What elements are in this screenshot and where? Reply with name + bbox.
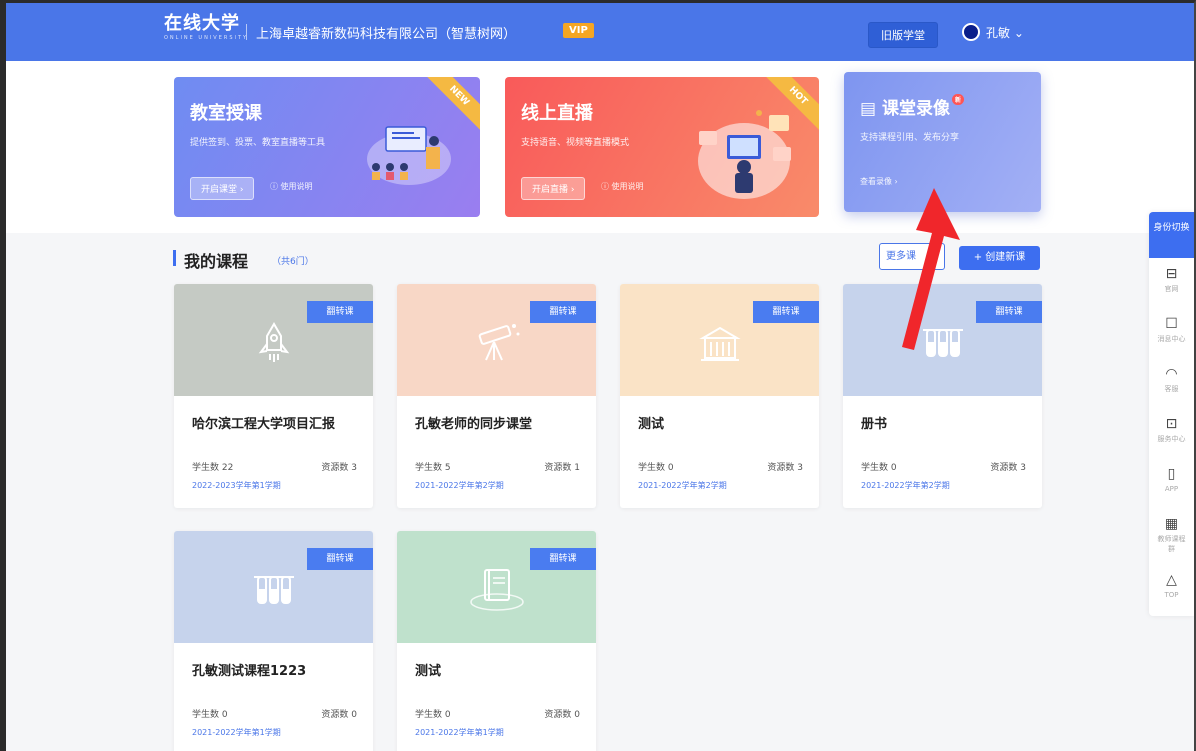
vip-badge: VIP <box>563 23 594 38</box>
start-live-button[interactable]: 开启直播 › <box>521 177 586 200</box>
feature-title: 教室授课 <box>190 103 262 124</box>
service-icon: ⊡ <box>1165 416 1178 432</box>
course-term: 2021-2022学年第2学期 <box>638 481 727 490</box>
feature-title: 线上直播 <box>521 103 593 124</box>
course-title: 孔敏测试课程1223 <box>192 664 307 679</box>
feature-title: ▤ 课堂录像新 <box>860 94 964 119</box>
resource-count: 资源数 1 <box>544 463 580 473</box>
flipped-class-tag: 翻转课 <box>307 548 373 570</box>
course-term: 2021-2022学年第2学期 <box>415 481 504 490</box>
sidebar-item-app[interactable]: ▯ APP <box>1149 458 1194 508</box>
flipped-class-tag: 翻转课 <box>307 301 373 323</box>
headset-icon: ◠ <box>1165 366 1178 382</box>
rocket-icon <box>258 322 289 363</box>
student-count: 学生数 22 <box>192 463 234 473</box>
recording-icon: ▤ <box>860 99 877 119</box>
course-card[interactable]: 翻转课 测试 学生数 0 资源数 3 2021-2022学年第2学期 <box>620 284 819 508</box>
sidebar-item-label: TOP <box>1164 591 1179 599</box>
sidebar-item-messages[interactable]: ☐ 消息中心 <box>1149 308 1194 358</box>
resource-count: 资源数 3 <box>767 463 803 473</box>
course-title: 测试 <box>415 664 442 679</box>
building-icon <box>698 327 741 362</box>
course-card[interactable]: 翻转课 哈尔滨工程大学项目汇报 学生数 22 资源数 3 2022-2023学年… <box>174 284 373 508</box>
usage-guide-link[interactable]: ⓘ 使用说明 <box>270 181 313 192</box>
sidebar-item-service[interactable]: ⊡ 服务中心 <box>1149 408 1194 458</box>
student-count: 学生数 5 <box>415 463 451 473</box>
organization-name: 上海卓越睿新数码科技有限公司（智慧树网） <box>256 27 517 42</box>
student-count: 学生数 0 <box>192 710 228 720</box>
course-term: 2021-2022学年第1学期 <box>192 728 281 737</box>
section-accent-bar <box>173 250 176 266</box>
course-count: （共6门） <box>272 257 314 267</box>
message-icon: ☐ <box>1165 316 1178 332</box>
live-illustration-icon <box>698 110 791 199</box>
sidebar-item-label: APP <box>1164 485 1179 493</box>
course-title: 测试 <box>638 417 665 432</box>
sidebar-item-label: 服务中心 <box>1157 435 1186 443</box>
feature-desc: 提供签到、投票、教室直播等工具 <box>190 138 326 148</box>
student-count: 学生数 0 <box>638 463 674 473</box>
classroom-illustration-icon <box>367 126 451 185</box>
resource-count: 资源数 3 <box>321 463 357 473</box>
new-badge: 新 <box>951 94 964 105</box>
sidebar-item-top[interactable]: △ TOP <box>1149 564 1194 614</box>
website-icon: ⊟ <box>1165 266 1178 282</box>
right-sidebar: 身份切换 ⊟ 官网 ☐ 消息中心 ◠ 客服 ⊡ 服务中心 ▯ APP ▦ 教师课… <box>1149 212 1194 616</box>
resource-count: 资源数 0 <box>544 710 580 720</box>
usage-guide-link[interactable]: ⓘ 使用说明 <box>601 181 644 192</box>
section-title: 我的课程 <box>184 252 249 271</box>
course-title: 哈尔滨工程大学项目汇报 <box>192 417 336 432</box>
annotation-arrow-icon <box>902 188 960 350</box>
test-tube-icon <box>253 576 294 605</box>
course-card[interactable]: 翻转课 孔敏测试课程1223 学生数 0 资源数 0 2021-2022学年第1… <box>174 531 373 751</box>
sidebar-item-label: 官网 <box>1164 285 1179 293</box>
feature-desc: 支持语音、视频等直播模式 <box>521 138 630 148</box>
site-logo[interactable]: 在线大学 ONLINE UNIVERSITY <box>164 13 249 42</box>
flipped-class-tag: 翻转课 <box>753 301 819 323</box>
sidebar-item-website[interactable]: ⊟ 官网 <box>1149 258 1194 308</box>
user-avatar[interactable] <box>962 23 980 41</box>
student-count: 学生数 0 <box>415 710 451 720</box>
start-class-button[interactable]: 开启课堂 › <box>190 177 255 200</box>
course-card[interactable]: 翻转课 测试 学生数 0 资源数 0 2021-2022学年第1学期 <box>397 531 596 751</box>
course-term: 2021-2022学年第2学期 <box>861 481 950 490</box>
logo-subtext: ONLINE UNIVERSITY <box>164 35 249 41</box>
qrcode-icon: ▦ <box>1164 516 1179 532</box>
feature-card-live[interactable]: HOT 线上直播 支持语音、视频等直播模式 开启直播 › ⓘ 使用说明 <box>505 77 819 217</box>
telescope-icon <box>478 324 519 361</box>
logo-text: 在线大学 <box>164 13 240 34</box>
old-version-button[interactable]: 旧版学堂 <box>868 22 938 48</box>
course-title: 册书 <box>861 417 888 432</box>
sidebar-item-label: 消息中心 <box>1157 335 1186 343</box>
course-title: 孔敏老师的同步课堂 <box>415 417 533 432</box>
resource-count: 资源数 3 <box>990 463 1026 473</box>
student-count: 学生数 0 <box>861 463 897 473</box>
sidebar-item-label: 客服 <box>1164 385 1179 393</box>
book-icon <box>469 569 524 611</box>
course-term: 2021-2022学年第1学期 <box>415 728 504 737</box>
top-icon: △ <box>1166 572 1177 588</box>
sidebar-item-support[interactable]: ◠ 客服 <box>1149 358 1194 408</box>
create-course-button[interactable]: + 创建新课 <box>959 246 1040 270</box>
resource-count: 资源数 0 <box>321 710 357 720</box>
feature-card-classroom[interactable]: NEW 教室授课 提供签到、投票、教室直播等工具 开启课堂 › ⓘ 使用说明 <box>174 77 480 217</box>
flipped-class-tag: 翻转课 <box>976 301 1042 323</box>
flipped-class-tag: 翻转课 <box>530 301 596 323</box>
sidebar-item-label: 教师课程群 <box>1157 535 1186 553</box>
course-term: 2022-2023学年第1学期 <box>192 481 281 490</box>
feature-desc: 支持课程引用、发布分享 <box>860 133 960 143</box>
header-divider <box>246 24 247 40</box>
sidebar-item-teacher-group[interactable]: ▦ 教师课程群 <box>1149 508 1194 564</box>
phone-icon: ▯ <box>1167 466 1176 482</box>
identity-switch-button[interactable]: 身份切换 <box>1149 212 1194 258</box>
course-card[interactable]: 翻转课 孔敏老师的同步课堂 学生数 5 资源数 1 2021-2022学年第2学… <box>397 284 596 508</box>
user-menu[interactable]: 孔敏 ⌄ <box>986 24 1024 41</box>
flipped-class-tag: 翻转课 <box>530 548 596 570</box>
